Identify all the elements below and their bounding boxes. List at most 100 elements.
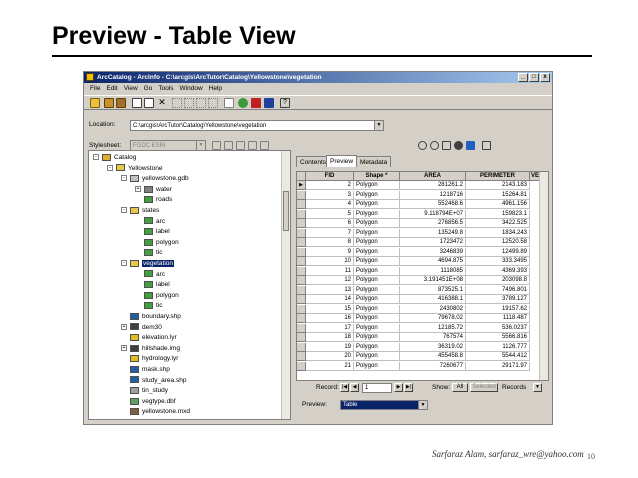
cell-area[interactable]: 416388.1 [400, 295, 466, 304]
tree-item[interactable]: + hillshade.img [121, 344, 180, 353]
import-metadata-icon[interactable] [236, 141, 245, 150]
cell-area[interactable]: 767574 [400, 333, 466, 342]
expand-icon[interactable]: + [121, 345, 127, 352]
cell-perimeter[interactable]: 5544.412 [466, 352, 530, 361]
cell-area[interactable]: 135249.8 [400, 228, 466, 238]
row-selector[interactable] [297, 266, 306, 276]
cell-fid[interactable]: 18 [306, 333, 354, 342]
tree-item[interactable]: mask.shp [121, 365, 170, 374]
menu-edit[interactable]: Edit [106, 85, 117, 92]
cell-shape[interactable]: Polygon [354, 228, 400, 238]
cell-fid[interactable]: 5 [306, 209, 354, 219]
cell-area[interactable]: 455458.8 [400, 352, 466, 361]
collapse-icon[interactable]: - [121, 175, 127, 182]
row-selector[interactable] [297, 200, 306, 209]
tree-item[interactable]: polygon [135, 238, 179, 247]
tree-item[interactable]: tin_study [121, 386, 168, 395]
cell-shape[interactable]: Polygon [354, 209, 400, 219]
minimize-button[interactable]: _ [518, 73, 528, 82]
cell-shape[interactable]: Polygon [354, 247, 400, 257]
location-input[interactable]: C:\arcgis\ArcTutor\Catalog\Yellowstone\v… [130, 120, 384, 131]
row-selector[interactable] [297, 342, 306, 352]
cell-shape[interactable]: Polygon [354, 181, 400, 190]
cell-perimeter[interactable]: 3422.525 [466, 219, 530, 228]
cell-fid[interactable]: 8 [306, 238, 354, 247]
details-icon[interactable] [196, 98, 206, 108]
show-selected-button[interactable]: Selected [470, 383, 498, 392]
tree-item[interactable]: - Yellowstone [107, 164, 162, 173]
row-selector[interactable] [297, 352, 306, 361]
column-header-area[interactable]: AREA [400, 172, 466, 181]
tree-item[interactable]: + dem30 [121, 323, 162, 332]
cell-shape[interactable]: Polygon [354, 333, 400, 342]
column-header-fid[interactable]: FID [306, 172, 354, 181]
cell-shape[interactable]: Polygon [354, 238, 400, 247]
cell-fid[interactable]: 6 [306, 219, 354, 228]
cell-area[interactable]: 873525.1 [400, 285, 466, 295]
menu-help[interactable]: Help [209, 85, 222, 92]
cell-perimeter[interactable]: 1118.487 [466, 314, 530, 323]
table-scrollbar[interactable] [539, 172, 548, 380]
cell-perimeter[interactable]: 4369.393 [466, 266, 530, 276]
identify-icon[interactable] [466, 141, 475, 150]
tree-item[interactable]: - yellowstone.gdb [121, 174, 189, 183]
expand-icon[interactable]: + [121, 323, 127, 330]
collapse-icon[interactable]: - [121, 207, 127, 214]
menu-go[interactable]: Go [144, 85, 153, 92]
cell-perimeter[interactable]: 159823.1 [466, 209, 530, 219]
tree-item[interactable]: hydrology.lyr [121, 354, 178, 363]
window-titlebar[interactable]: ArcCatalog - ArcInfo - C:\arcgis\ArcTuto… [84, 72, 552, 83]
row-selector[interactable] [297, 295, 306, 304]
cell-perimeter[interactable]: 203098.8 [466, 276, 530, 285]
cell-perimeter[interactable]: 1834.243 [466, 228, 530, 238]
tree-item[interactable]: vegtype.dbf [121, 397, 176, 406]
zoom-in-icon[interactable] [418, 141, 427, 150]
show-all-button[interactable]: All [452, 383, 468, 392]
row-selector[interactable] [297, 304, 306, 314]
cell-area[interactable]: 7260677 [400, 361, 466, 371]
row-selector[interactable] [297, 333, 306, 342]
collapse-icon[interactable]: - [107, 164, 113, 171]
tab-metadata[interactable]: Metadata [356, 156, 392, 167]
cell-fid[interactable]: 19 [306, 342, 354, 352]
cell-fid[interactable]: 2 [306, 181, 354, 190]
cell-perimeter[interactable]: 29171.97 [466, 361, 530, 371]
export-metadata-icon[interactable] [248, 141, 257, 150]
large-icons-icon[interactable] [172, 98, 182, 108]
pan-icon[interactable] [442, 141, 451, 150]
row-selector[interactable] [297, 361, 306, 371]
row-selector[interactable] [297, 190, 306, 200]
cell-fid[interactable]: 20 [306, 352, 354, 361]
thumbnails-icon[interactable] [208, 98, 218, 108]
cell-fid[interactable]: 13 [306, 285, 354, 295]
cell-perimeter[interactable]: 19157.62 [466, 304, 530, 314]
stylesheet-dropdown-icon[interactable]: ▼ [196, 141, 205, 150]
tree-scroll-thumb[interactable] [283, 191, 289, 231]
cell-shape[interactable]: Polygon [354, 314, 400, 323]
menu-file[interactable]: File [90, 85, 100, 92]
cell-shape[interactable]: Polygon [354, 190, 400, 200]
cell-perimeter[interactable]: 15264.81 [466, 190, 530, 200]
cell-area[interactable]: 9.118794E+07 [400, 209, 466, 219]
expand-icon[interactable]: + [135, 186, 141, 193]
list-icon[interactable] [184, 98, 194, 108]
launch-arcmap-icon[interactable] [224, 98, 234, 108]
menu-tools[interactable]: Tools [158, 85, 173, 92]
cell-shape[interactable]: Polygon [354, 219, 400, 228]
tree-item[interactable]: arc [135, 270, 165, 279]
preview-type-select[interactable]: Table ▼ [340, 400, 428, 410]
cell-fid[interactable]: 4 [306, 200, 354, 209]
cell-fid[interactable]: 7 [306, 228, 354, 238]
cell-fid[interactable]: 14 [306, 295, 354, 304]
row-selector[interactable] [297, 257, 306, 266]
cell-fid[interactable]: 9 [306, 247, 354, 257]
cell-fid[interactable]: 3 [306, 190, 354, 200]
row-selector[interactable]: ▶ [297, 181, 306, 190]
options-dropdown-icon[interactable]: ▼ [533, 383, 542, 392]
cell-shape[interactable]: Polygon [354, 266, 400, 276]
catalog-tree[interactable]: - Catalog - Yellowstone - yellowstone.gdb + wat… [88, 150, 291, 420]
zoom-out-icon[interactable] [430, 141, 439, 150]
tree-item[interactable]: + water [135, 185, 172, 194]
collapse-icon[interactable]: - [93, 154, 99, 161]
up-one-level-icon[interactable] [90, 98, 100, 108]
